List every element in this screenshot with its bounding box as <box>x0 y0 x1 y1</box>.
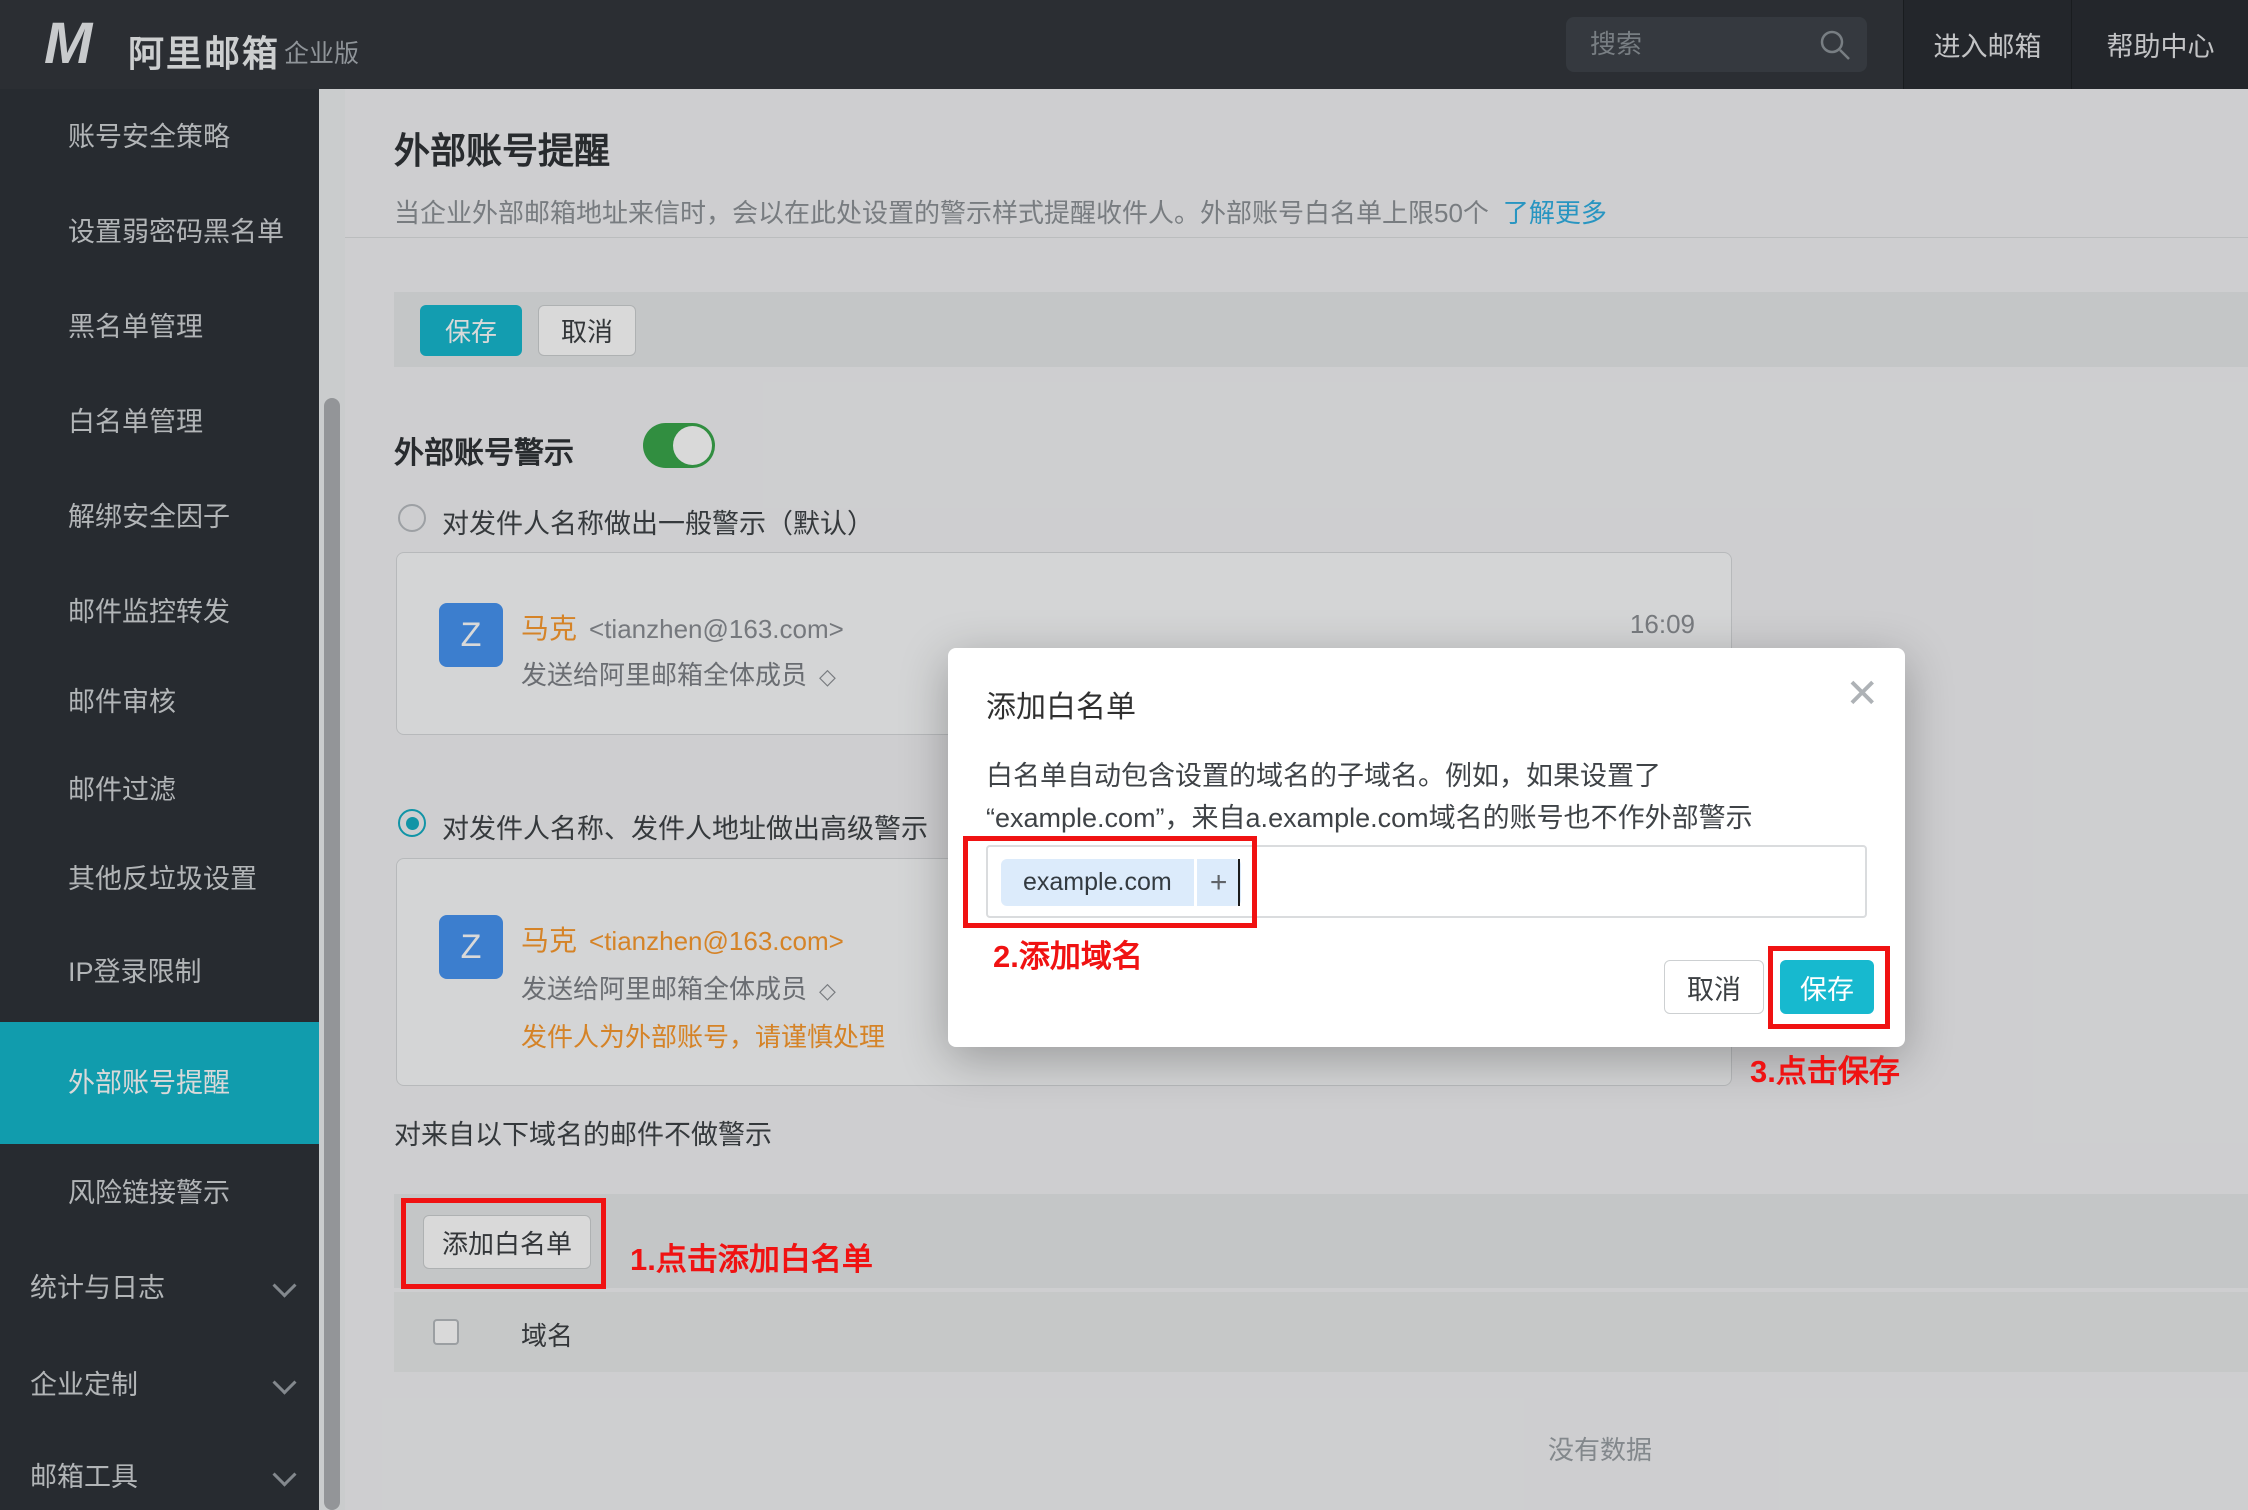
dialog-title: 添加白名单 <box>986 682 1136 726</box>
app-window: M 阿里邮箱 企业版 进入邮箱 帮助中心 账号安全策略 设置弱密码黑名单 黑名单… <box>0 0 2248 1510</box>
dialog-description-line1: 白名单自动包含设置的域名的子域名。例如，如果设置了 <box>986 754 1661 793</box>
dialog-description-line2: “example.com”，来自a.example.com域名的账号也不作外部警… <box>986 796 1753 835</box>
annotation-label-step2: 2.添加域名 <box>993 931 1143 976</box>
annotation-label-step3: 3.点击保存 <box>1750 1046 1900 1091</box>
annotation-box-step2 <box>963 836 1257 928</box>
annotation-box-step3 <box>1768 946 1890 1029</box>
annotation-label-step1: 1.点击添加白名单 <box>630 1234 873 1279</box>
dialog-cancel-button[interactable]: 取消 <box>1664 960 1764 1014</box>
close-icon[interactable]: ✕ <box>1845 674 1879 714</box>
annotation-box-step1 <box>401 1198 606 1289</box>
